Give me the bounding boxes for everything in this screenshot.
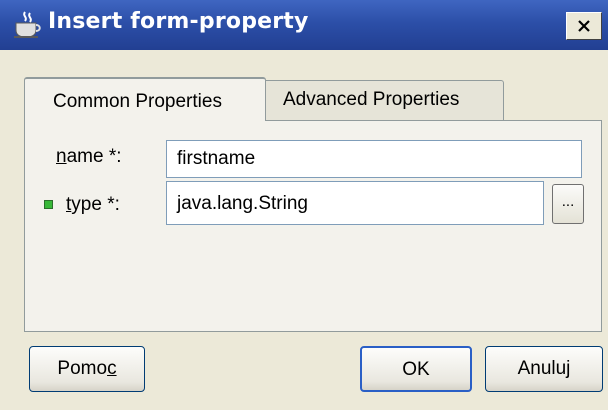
name-input-value: firstname bbox=[177, 148, 256, 169]
name-input[interactable]: firstname bbox=[166, 140, 582, 178]
insert-form-property-dialog: Insert form-property Advanced Properties… bbox=[0, 0, 608, 410]
ok-button[interactable]: OK bbox=[360, 346, 472, 392]
coffee-cup-icon bbox=[14, 11, 41, 38]
close-button[interactable] bbox=[566, 12, 602, 40]
tab-advanced-properties[interactable]: Advanced Properties bbox=[262, 80, 504, 120]
type-label: type *: bbox=[66, 194, 120, 215]
cancel-button[interactable]: Anuluj bbox=[485, 346, 603, 392]
tab-label: Advanced Properties bbox=[283, 89, 460, 110]
help-button[interactable]: Pomoc bbox=[29, 346, 145, 392]
tab-label: Common Properties bbox=[53, 91, 222, 112]
browse-type-button[interactable]: ... bbox=[552, 184, 584, 224]
title-bar[interactable]: Insert form-property bbox=[0, 0, 608, 50]
ok-label: OK bbox=[402, 359, 430, 380]
close-icon bbox=[578, 20, 590, 32]
required-indicator-icon bbox=[44, 200, 53, 209]
browse-label: ... bbox=[561, 193, 575, 210]
type-input[interactable]: java.lang.String bbox=[166, 181, 544, 225]
tab-common-properties[interactable]: Common Properties bbox=[24, 77, 266, 121]
type-input-value: java.lang.String bbox=[177, 193, 308, 214]
name-label: name *: bbox=[56, 146, 122, 167]
window-title: Insert form-property bbox=[48, 9, 309, 34]
cancel-label: Anuluj bbox=[517, 358, 571, 379]
